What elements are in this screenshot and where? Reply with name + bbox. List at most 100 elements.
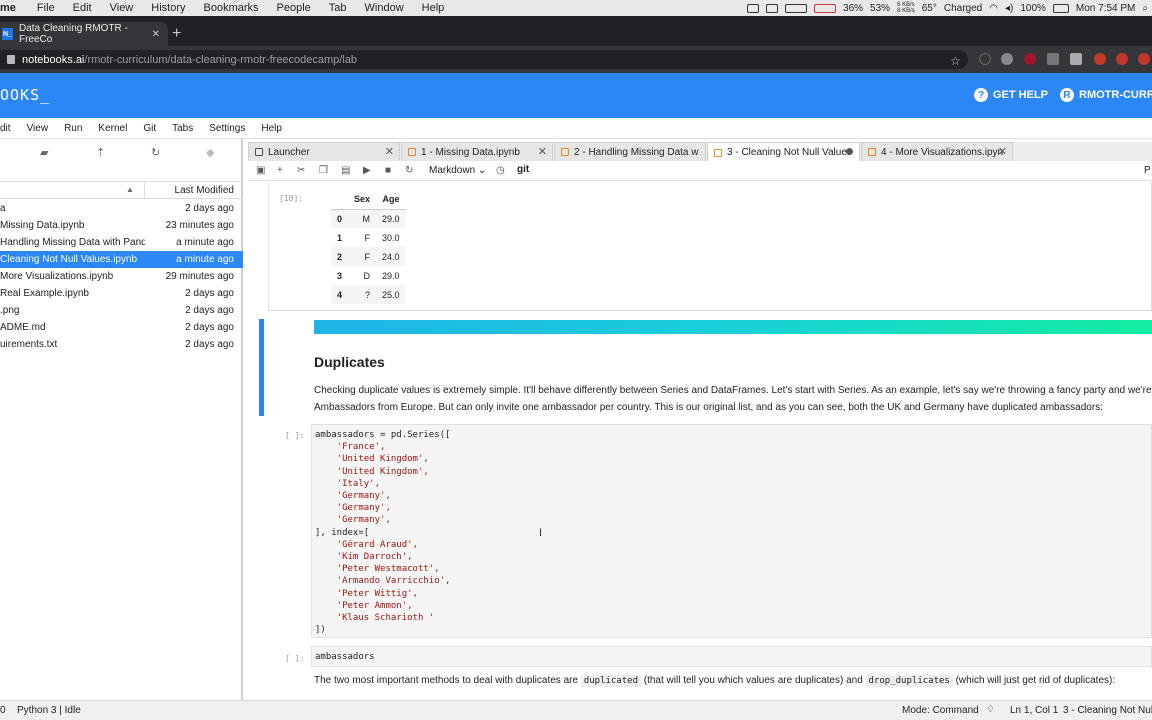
add-cell-icon[interactable]: + (277, 165, 283, 176)
code-line: 'United Kingdom', (315, 454, 429, 465)
tab-cleaning-not-null[interactable]: 3 - Cleaning Not Null Values (707, 142, 860, 162)
kernel-name[interactable]: P (1144, 165, 1151, 176)
file-row[interactable]: .png 2 days ago (0, 302, 243, 319)
camera-icon[interactable] (766, 3, 779, 13)
close-icon[interactable]: ✕ (538, 145, 547, 158)
save-icon[interactable]: ▣ (256, 165, 265, 176)
jmenu-help[interactable]: Help (253, 123, 290, 134)
extension-ublock-icon[interactable] (1024, 53, 1036, 65)
new-tab-button[interactable]: + (172, 26, 181, 42)
code-cell-2-editor[interactable]: ambassadors (311, 646, 1152, 667)
jmenu-settings[interactable]: Settings (201, 123, 253, 134)
spotlight-icon[interactable]: ⌕ (1142, 3, 1148, 14)
menubar-app-name[interactable]: me (0, 0, 28, 16)
inline-code-duplicated: duplicated (580, 675, 641, 687)
charge-status[interactable]: Charged (944, 3, 982, 14)
temperature[interactable]: 65° (922, 3, 937, 14)
cpu-graph-icon[interactable] (785, 3, 808, 13)
jmenu-view[interactable]: View (19, 123, 57, 134)
browser-tab[interactable]: N_ Data Cleaning RMOTR - FreeCo ✕ (0, 22, 168, 46)
menubar-file[interactable]: File (28, 0, 64, 16)
extension-icon-7[interactable] (1116, 53, 1128, 65)
sort-arrow-icon[interactable]: ▲ (126, 185, 134, 194)
menubar-edit[interactable]: Edit (64, 0, 101, 16)
file-row[interactable]: uirements.txt 2 days ago (0, 336, 243, 353)
menubar-people[interactable]: People (268, 0, 320, 16)
notebooks-logo[interactable]: OOKS_ (0, 86, 50, 104)
file-row[interactable]: Handling Missing Data with Pand... a minu… (0, 234, 243, 251)
battery-percent[interactable]: 100% (1020, 3, 1046, 14)
cpu-history-icon[interactable] (814, 3, 837, 13)
extension-icon-2[interactable] (1001, 53, 1013, 65)
jmenu-edit[interactable]: dit (0, 123, 19, 134)
tab-more-visualizations[interactable]: 4 - More Visualizations.ipyn ✕ (861, 142, 1013, 161)
extension-icon-1[interactable] (979, 53, 991, 65)
menubar-window[interactable]: Window (356, 0, 413, 16)
menubar-view[interactable]: View (101, 0, 143, 16)
jmenu-kernel[interactable]: Kernel (90, 123, 135, 134)
close-icon[interactable]: ✕ (385, 145, 394, 158)
notebook-content[interactable]: [10]: Sex Age 0 M 29.0 1 F 30.0 2 F 24.0 3 D 29.0 4?… (248, 182, 1152, 700)
cell-age: 29.0 (376, 209, 406, 228)
extension-icon-5[interactable] (1070, 53, 1082, 65)
bookmark-star-icon[interactable]: ☆ (950, 54, 961, 68)
column-divider[interactable] (144, 182, 145, 199)
clock[interactable]: Mon 7:54 PM (1076, 3, 1135, 14)
paste-icon[interactable]: ▤ (341, 165, 350, 176)
jmenu-tabs[interactable]: Tabs (164, 123, 201, 134)
git-button[interactable]: git (517, 164, 529, 175)
cell-type-select[interactable]: Markdown ⌄ (429, 165, 486, 176)
file-row[interactable]: ADME.md 2 days ago (0, 319, 243, 336)
table-row: 0 M 29.0 (331, 209, 406, 228)
output-cell[interactable]: [10]: Sex Age 0 M 29.0 1 F 30.0 2 F 24.0 3 D 29.0 4?… (268, 182, 1152, 311)
file-row[interactable]: Real Example.ipynb 2 days ago (0, 285, 243, 302)
copy-icon[interactable]: ❐ (319, 165, 328, 176)
jmenu-run[interactable]: Run (56, 123, 90, 134)
address-bar[interactable]: notebooks.ai/rmotr-curriculum/data-clean… (0, 50, 968, 69)
menubar-history[interactable]: History (142, 0, 194, 16)
run-icon[interactable]: ▶ (363, 165, 371, 176)
close-icon[interactable]: ✕ (998, 145, 1007, 158)
upload-icon[interactable]: ⇡ (96, 146, 105, 159)
menubar-tab[interactable]: Tab (320, 0, 356, 16)
col-last-modified[interactable]: Last Modified (175, 185, 234, 196)
new-folder-icon[interactable]: ▰ (40, 146, 48, 159)
file-row[interactable]: Cleaning Not Null Values.ipynb a minute a… (0, 251, 243, 268)
volume-icon[interactable]: ◂) (1005, 3, 1013, 14)
extension-icon-6[interactable] (1094, 53, 1106, 65)
file-row[interactable]: More Visualizations.ipynb 29 minutes ago (0, 268, 243, 285)
battery-icon[interactable] (1052, 3, 1069, 13)
notification-bell-icon[interactable]: ♢ (986, 704, 995, 715)
tab-handling-missing-data[interactable]: 2 - Handling Missing Data w (554, 142, 706, 161)
jmenu-git[interactable]: Git (135, 123, 164, 134)
code-cell-1-editor[interactable]: ambassadors = pd.Series([ 'France', 'Uni… (311, 424, 1152, 638)
unsaved-dot-icon[interactable] (846, 148, 853, 155)
memory-percent[interactable]: 53% (870, 3, 890, 14)
tab-missing-data[interactable]: 1 - Missing Data.ipynb ✕ (401, 142, 553, 161)
file-row[interactable]: Missing Data.ipynb 23 minutes ago (0, 217, 243, 234)
close-tab-icon[interactable]: ✕ (152, 29, 160, 40)
notebook-icon (714, 148, 722, 157)
menubar-help[interactable]: Help (413, 0, 454, 16)
status-count[interactable]: 0 (0, 705, 6, 716)
cursor-position[interactable]: Ln 1, Col 1 (1010, 705, 1058, 716)
file-row[interactable]: a 2 days ago (0, 200, 243, 217)
tab-launcher[interactable]: Launcher ✕ (248, 142, 400, 161)
cut-icon[interactable]: ✂ (297, 165, 305, 176)
clock-icon[interactable]: ◷ (496, 165, 505, 176)
wifi-icon[interactable]: ◠ (989, 3, 998, 14)
cpu-percent[interactable]: 36% (843, 3, 863, 14)
code-cell-2-code: ambassadors (315, 652, 375, 662)
stop-icon[interactable]: ■ (385, 165, 391, 176)
user-menu[interactable]: R RMOTR-CURRICU (1060, 88, 1152, 102)
network-speed[interactable]: 6 KB/s 8 KB/s (897, 2, 915, 14)
kernel-status[interactable]: Python 3 | Idle (17, 705, 81, 716)
extension-camera-icon[interactable] (1047, 53, 1059, 65)
menubar-bookmarks[interactable]: Bookmarks (195, 0, 268, 16)
restart-icon[interactable]: ↻ (405, 165, 413, 176)
git-clone-icon[interactable]: ◆ (206, 146, 214, 159)
refresh-icon[interactable]: ↻ (151, 146, 160, 159)
get-help-button[interactable]: ? GET HELP (974, 88, 1048, 102)
pencil-icon[interactable] (747, 3, 760, 13)
extension-icon-8[interactable] (1138, 53, 1150, 65)
